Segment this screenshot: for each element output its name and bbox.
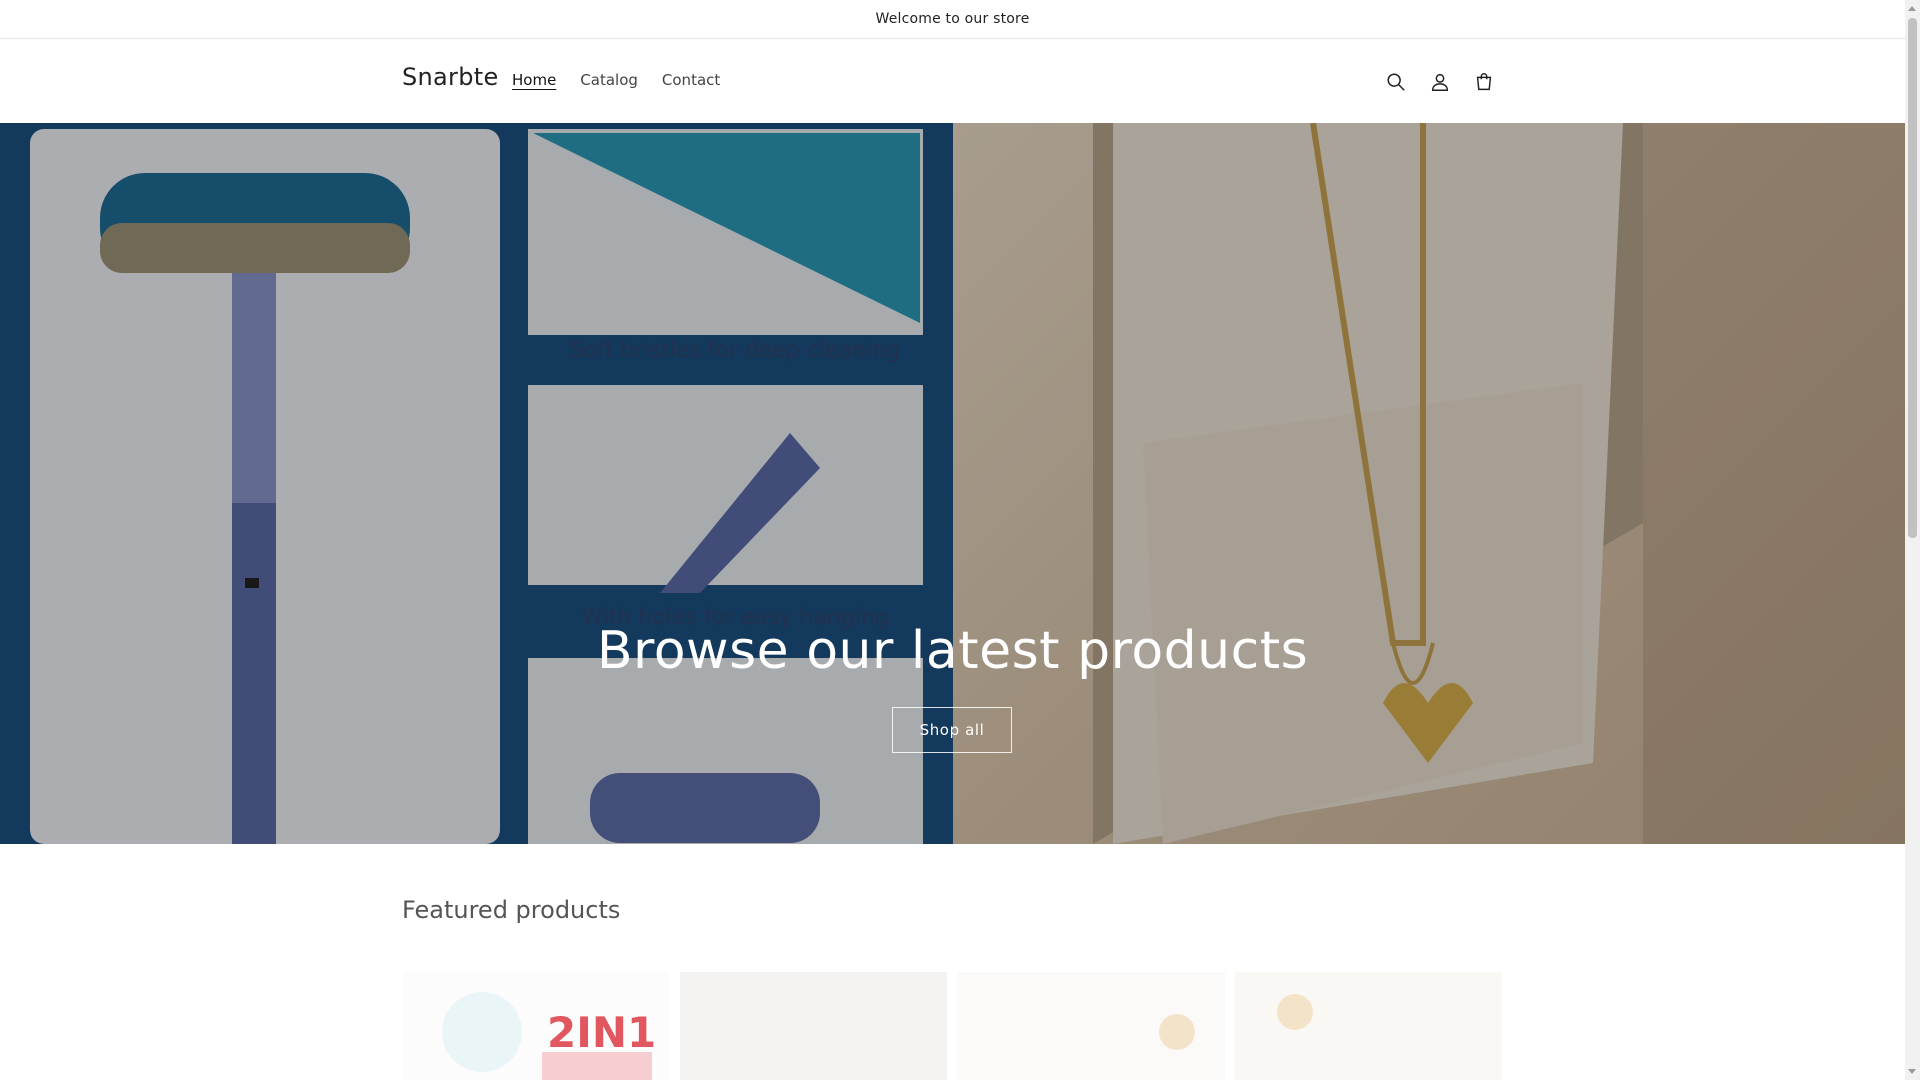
nav-catalog[interactable]: Catalog <box>580 71 638 89</box>
image-caption-1: Soft bristles for deep cleaning <box>569 338 901 363</box>
nav-contact[interactable]: Contact <box>662 71 720 89</box>
search-icon[interactable] <box>1380 66 1412 98</box>
product-card[interactable]: 2IN1 <box>402 972 670 1080</box>
loading-overlay <box>679 972 947 1080</box>
site-header: Snarbte Home Catalog Contact <box>0 39 1905 123</box>
product-card[interactable] <box>957 972 1225 1080</box>
account-icon[interactable] <box>1424 66 1456 98</box>
announcement-bar: Welcome to our store <box>0 0 1905 39</box>
scroll-down-arrow-icon[interactable] <box>1908 1069 1916 1074</box>
announcement-text: Welcome to our store <box>875 11 1030 27</box>
scroll-thumb[interactable] <box>1908 18 1917 538</box>
product-card[interactable] <box>679 972 947 1080</box>
nav-home[interactable]: Home <box>512 71 556 89</box>
hero-right-shade <box>953 123 1905 844</box>
product-badge: 2IN1 <box>547 1008 657 1057</box>
shop-all-button[interactable]: Shop all <box>892 707 1012 753</box>
product-card[interactable] <box>1234 972 1502 1080</box>
loading-overlay <box>1234 972 1502 1080</box>
main-nav: Home Catalog Contact <box>512 71 720 89</box>
featured-products-title: Featured products <box>402 896 621 924</box>
hero-title: Browse our latest products <box>596 621 1309 681</box>
hero-image-necklace <box>953 123 1905 844</box>
hero-banner: Soft bristles for deep cleaning With hol… <box>0 123 1905 844</box>
hero-image-lint-brush: Soft bristles for deep cleaning With hol… <box>0 123 953 844</box>
scroll-up-arrow-icon[interactable] <box>1908 6 1916 11</box>
loading-overlay <box>957 972 1225 1080</box>
header-icons <box>1380 66 1500 98</box>
store-logo[interactable]: Snarbte <box>402 63 499 91</box>
cart-icon[interactable] <box>1468 66 1500 98</box>
featured-products-grid: 2IN1 <box>402 972 1502 1080</box>
hero-left-shade <box>0 123 953 844</box>
page-scrollbar[interactable] <box>1905 0 1920 1080</box>
